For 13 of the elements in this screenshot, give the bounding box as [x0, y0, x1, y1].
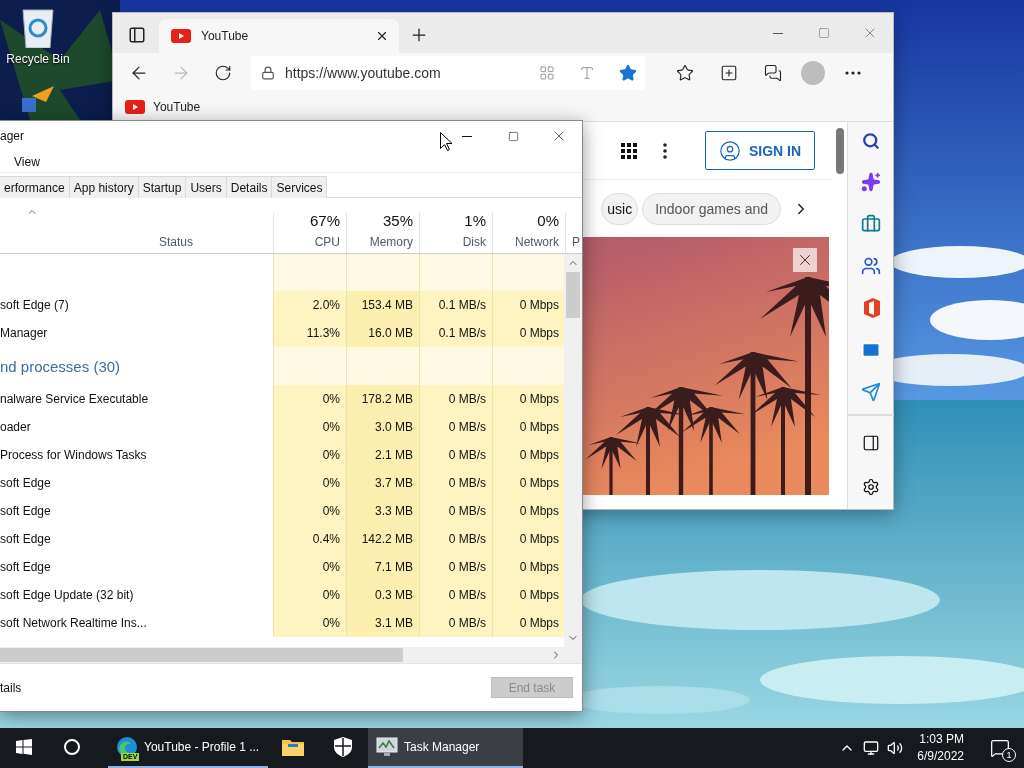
shield-icon: [334, 737, 352, 757]
folder-icon: [282, 738, 304, 756]
windows-icon: [16, 739, 32, 755]
message-icon: [990, 738, 1010, 758]
taskbar-button[interactable]: Task Manager: [368, 728, 523, 768]
notifications-button[interactable]: 1: [984, 728, 1016, 768]
volume-icon[interactable]: [887, 740, 904, 756]
circle-icon: [63, 738, 81, 756]
monitor-icon: [376, 737, 398, 757]
clock-time[interactable]: 1:03 PM: [919, 731, 964, 748]
notification-count: 1: [1002, 748, 1016, 762]
clock-date[interactable]: 6/9/2022: [917, 748, 964, 765]
monitor-icon[interactable]: [863, 740, 880, 756]
